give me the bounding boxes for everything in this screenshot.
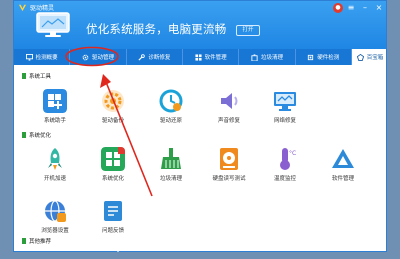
browser-icon — [45, 200, 66, 222]
tool-system-assistant[interactable]: 系统助手 — [31, 89, 79, 127]
tab-label: 驱动管理 — [91, 55, 114, 61]
close-icon[interactable]: × — [373, 3, 385, 13]
app-logo-icon — [18, 4, 27, 12]
thermometer-icon: °C — [280, 148, 296, 170]
app-window: 驱动精灵 ● ≡ – × 优化系统服务，电脑更流畅 打开 检测概要 驱动管理 诊… — [13, 0, 387, 252]
windows-plus-icon — [43, 89, 67, 113]
tab-bar: 检测概要 驱动管理 诊断修复 软件管理 垃圾清理 硬件检测 百宝箱 — [14, 49, 386, 65]
tool-driver-restore[interactable]: 驱动还原 — [147, 89, 195, 127]
tool-label: 驱动备份 — [101, 118, 124, 124]
drive-backup-icon — [102, 90, 124, 112]
tool-label: 网络修复 — [273, 118, 296, 124]
tab-label: 垃圾清理 — [260, 55, 283, 61]
notification-icon[interactable]: ● — [333, 3, 343, 13]
broom-icon — [161, 148, 181, 169]
menu-icon[interactable]: ≡ — [345, 3, 357, 13]
tool-boot-speedup[interactable]: 开机加速 — [31, 147, 79, 185]
tool-junk-clean[interactable]: 垃圾清理 — [147, 147, 195, 185]
tool-disk-test[interactable]: 硬盘读写测试 — [205, 147, 253, 185]
tool-label: 问题反馈 — [101, 228, 124, 234]
window-controls: ● ≡ – × — [333, 3, 385, 13]
tool-driver-backup[interactable]: 驱动备份 — [89, 89, 137, 127]
tool-network-repair[interactable]: 网络修复 — [261, 89, 309, 127]
tab-software-manage[interactable]: 软件管理 — [183, 49, 240, 65]
svg-text:°C: °C — [289, 150, 296, 157]
tab-hardware-detect[interactable]: 硬件检测 — [296, 49, 352, 65]
app-title: 驱动精灵 — [30, 5, 55, 12]
section-title: 系统工具 — [29, 74, 52, 80]
slogan-text: 优化系统服务，电脑更流畅 — [86, 22, 227, 36]
tool-label: 硬盘读写测试 — [212, 176, 246, 182]
toolbox-icon — [356, 53, 364, 61]
triangle-software-icon — [332, 149, 354, 168]
header-banner: 驱动精灵 ● ≡ – × 优化系统服务，电脑更流畅 打开 — [14, 1, 386, 49]
chip-icon — [307, 54, 314, 61]
tool-software-manage[interactable]: 软件管理 — [319, 147, 367, 185]
tool-browser-settings[interactable]: 浏览器设置 — [31, 199, 79, 237]
disk-test-icon — [220, 148, 238, 170]
tool-label: 系统助手 — [43, 118, 66, 124]
app-title-area: 驱动精灵 — [18, 3, 54, 12]
tool-label: 垃圾清理 — [159, 176, 182, 182]
section-title: 系统优化 — [29, 133, 52, 139]
section-system-optimize: 系统优化 — [22, 131, 51, 139]
tab-label: 检测概要 — [35, 55, 58, 61]
tool-temperature-monitor[interactable]: °C 温度监控 — [261, 147, 309, 185]
tab-diagnose-repair[interactable]: 诊断修复 — [127, 49, 183, 65]
section-system-tools: 系统工具 — [22, 72, 51, 80]
tool-label: 温度监控 — [273, 176, 296, 182]
tab-detect-summary[interactable]: 检测概要 — [14, 49, 71, 65]
network-monitor-icon — [274, 92, 296, 111]
monitor-check-icon — [25, 53, 33, 61]
tool-label: 系统优化 — [101, 176, 124, 182]
toolbox-content: 系统工具 系统助手 驱动备份 驱动还原 声音修复 网络修复 系统优化 开机加速 … — [14, 65, 386, 251]
speaker-icon — [221, 93, 238, 109]
tab-junk-clean[interactable]: 垃圾清理 — [239, 49, 296, 65]
section-marker — [22, 132, 26, 138]
tab-driver-manage[interactable]: 驱动管理 — [70, 49, 127, 65]
tool-feedback[interactable]: 问题反馈 — [89, 199, 137, 237]
tool-system-optimize[interactable]: 系统优化 — [89, 147, 137, 185]
monitor-illustration-icon — [36, 12, 70, 37]
tab-label: 硬件检测 — [317, 55, 340, 61]
tool-label: 声音修复 — [217, 118, 240, 124]
tab-toolbox[interactable]: 百宝箱 — [351, 49, 386, 65]
wrench-icon — [138, 53, 146, 61]
gear-icon — [82, 54, 89, 61]
software-icon — [195, 53, 202, 61]
open-button[interactable]: 打开 — [236, 25, 260, 36]
tool-label: 浏览器设置 — [41, 228, 69, 234]
broom-icon — [251, 53, 258, 61]
tool-sound-repair[interactable]: 声音修复 — [205, 89, 253, 127]
tool-label: 开机加速 — [43, 176, 66, 182]
tool-label: 软件管理 — [331, 176, 354, 182]
windows-optimize-icon — [101, 147, 125, 171]
feedback-icon — [104, 201, 122, 221]
tab-label: 百宝箱 — [366, 55, 384, 61]
tab-label: 诊断修复 — [148, 55, 171, 61]
tab-label: 软件管理 — [204, 55, 227, 61]
section-other-recommend: 其他推荐 — [22, 237, 51, 245]
rocket-icon — [48, 148, 62, 170]
minimize-icon[interactable]: – — [359, 3, 371, 13]
section-title: 其他推荐 — [29, 239, 52, 245]
tool-label: 驱动还原 — [159, 118, 182, 124]
section-marker — [22, 238, 26, 244]
drive-restore-icon — [159, 89, 183, 113]
section-marker — [22, 73, 26, 79]
